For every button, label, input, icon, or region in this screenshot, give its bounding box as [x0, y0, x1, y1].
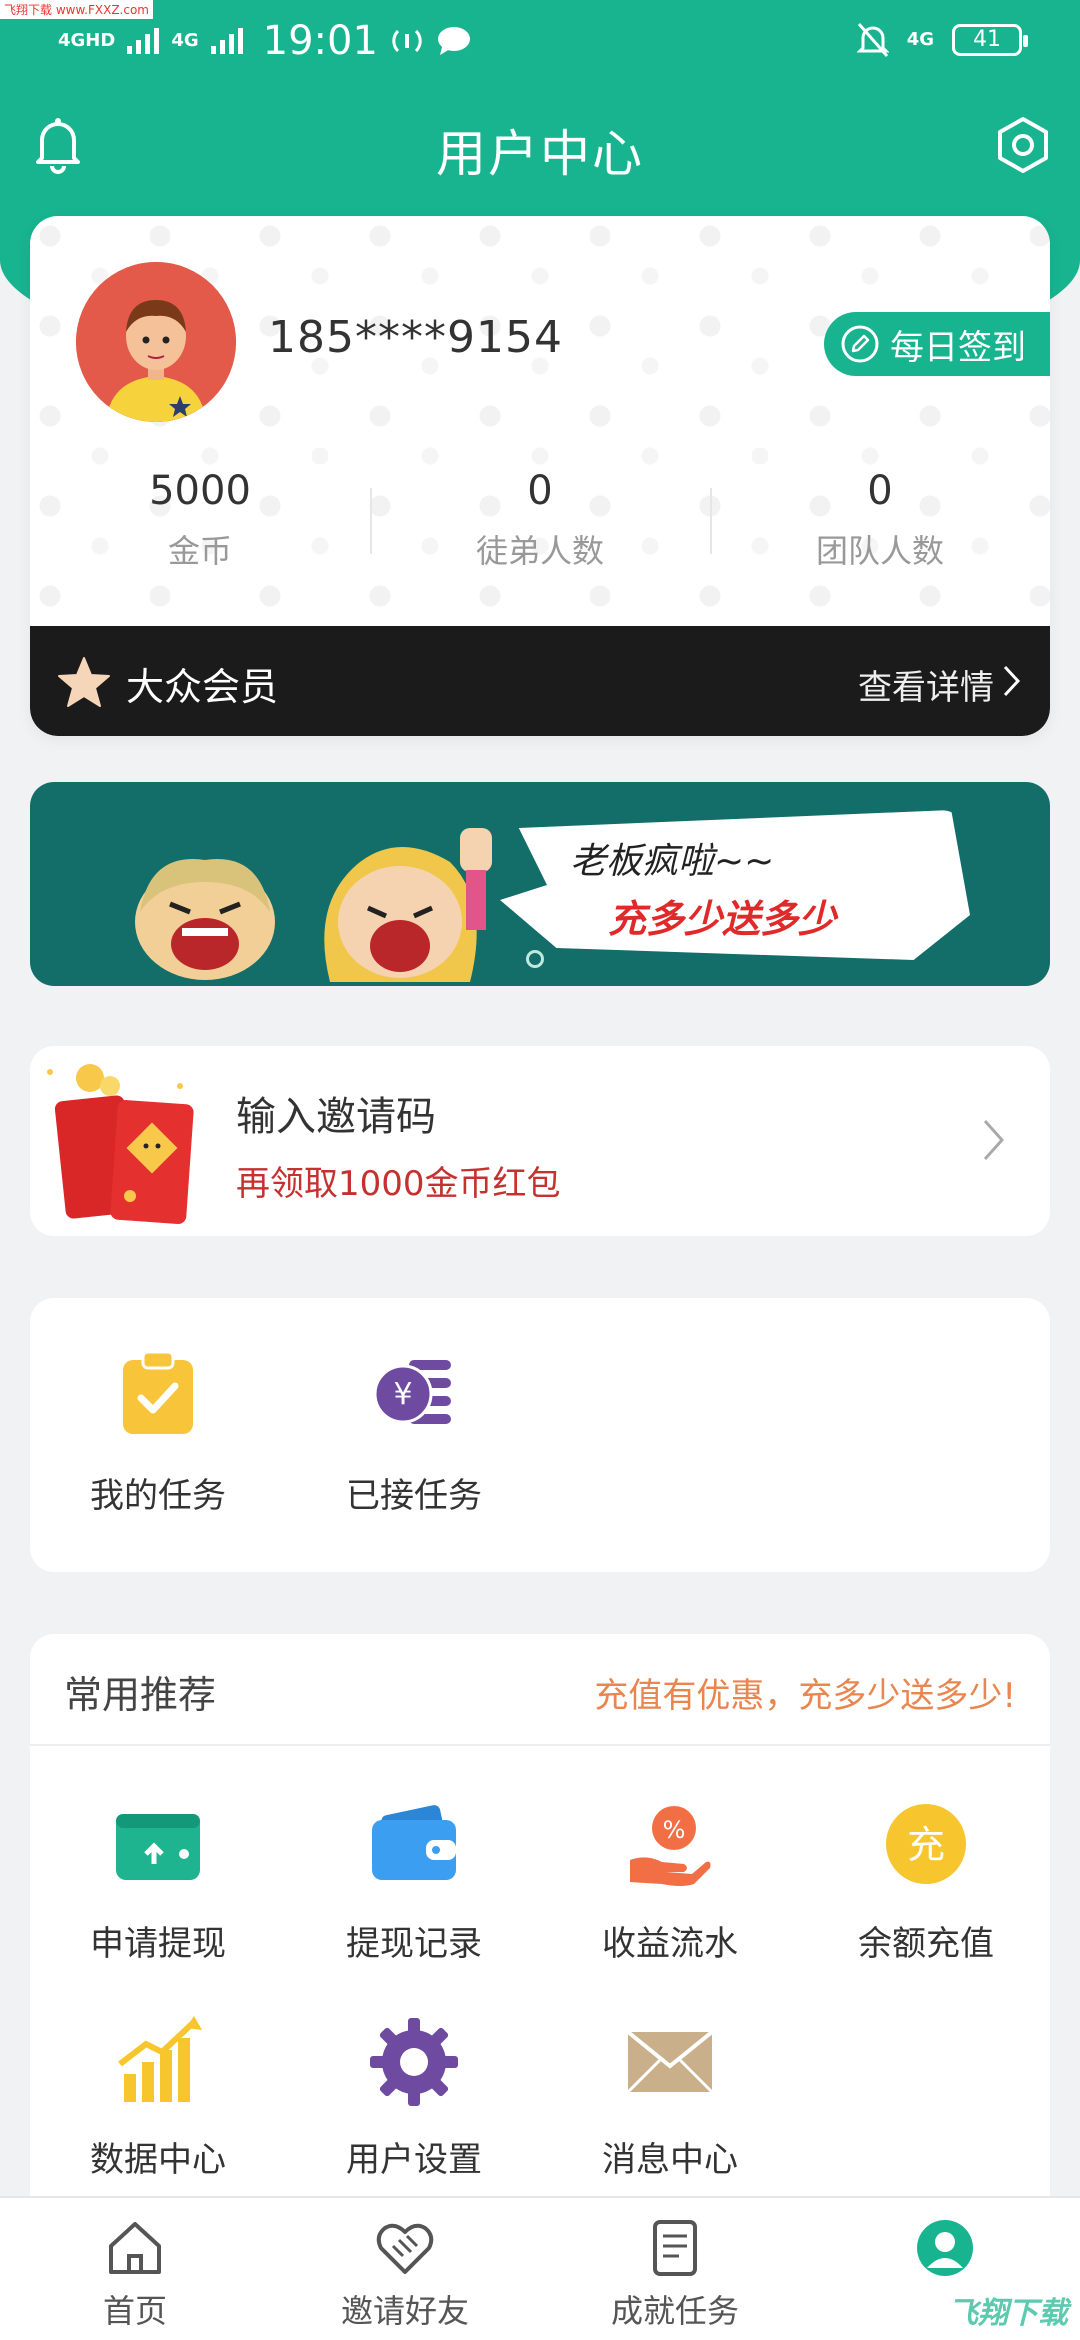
invite-title: 输入邀请码: [236, 1094, 436, 1140]
income-hand-icon: %: [630, 1806, 711, 1886]
tasks-card: 我的任务 ¥ 已接任务: [30, 1298, 1050, 1572]
title-bar: 用户中心: [0, 100, 1080, 190]
status-time: 19:01: [262, 18, 378, 64]
signal-icon-2: [210, 28, 243, 54]
profile-card: 185****9154 每日签到 5000 金币 0 徒弟人数 0 团队人数 大…: [30, 216, 1050, 736]
network-label-1: 4GHD: [58, 30, 116, 51]
withdraw-record-button[interactable]: 提现记录: [286, 1798, 542, 1965]
daily-signin-label: 每日签到: [890, 327, 1026, 368]
stat-value: 0: [527, 468, 553, 514]
stat-apprentices[interactable]: 0 徒弟人数: [370, 466, 710, 606]
nav-label: 邀请好友: [340, 2292, 469, 2330]
network-label-3: 4G: [906, 29, 934, 50]
recharge-glyph: 充: [907, 1823, 945, 1867]
nav-label: 首页: [102, 2292, 167, 2330]
carousel-indicator[interactable]: [526, 950, 544, 968]
task-label: 我的任务: [90, 1476, 226, 1516]
watermark-bottom: 飞翔下载: [948, 2296, 1068, 2331]
member-bar[interactable]: 大众会员 查看详情: [30, 626, 1050, 736]
invite-subtitle: 再领取1000金币红包: [236, 1164, 561, 1204]
my-tasks-button[interactable]: 我的任务: [30, 1348, 286, 1517]
task-label: 已接任务: [346, 1476, 482, 1516]
avatar[interactable]: [76, 262, 236, 422]
document-icon: [653, 2220, 697, 2276]
envelope-icon: [626, 2030, 714, 2094]
accepted-tasks-button[interactable]: ¥ 已接任务: [286, 1348, 542, 1517]
nav-invite-friends[interactable]: 邀请好友: [270, 2198, 540, 2340]
page-title: 用户中心: [436, 125, 644, 183]
nav-achievement-tasks[interactable]: 成就任务: [540, 2198, 810, 2340]
kid-illustration-right: [324, 828, 492, 982]
balance-recharge-button[interactable]: 充 余额充值: [798, 1798, 1054, 1965]
rec-label: 提现记录: [346, 1924, 482, 1964]
stats-row: 5000 金币 0 徒弟人数 0 团队人数: [30, 466, 1050, 606]
user-phone: 185****9154: [268, 312, 563, 363]
home-icon: [109, 2222, 161, 2274]
settings-icon[interactable]: [994, 116, 1052, 174]
chart-icon: [118, 2016, 202, 2102]
divider: [30, 1744, 1050, 1746]
kid-illustration-left: [135, 859, 275, 980]
stat-team[interactable]: 0 团队人数: [710, 466, 1050, 606]
rec-label: 申请提现: [90, 1924, 226, 1964]
rec-label: 消息中心: [602, 2140, 738, 2180]
wallet-icon: [116, 1814, 200, 1880]
stat-label: 金币: [167, 532, 232, 570]
edit-icon: [841, 325, 879, 363]
apply-withdraw-button[interactable]: 申请提现: [30, 1798, 286, 1965]
hotspot-icon: [392, 29, 422, 53]
chat-icon: [437, 27, 470, 55]
rec-label: 用户设置: [346, 2140, 482, 2180]
user-icon: [917, 2220, 973, 2276]
promo-text: 充值有优惠，充多少送多少!: [594, 1676, 1016, 1716]
coin-stack-icon: ¥: [373, 1360, 451, 1424]
network-label-2: 4G: [171, 30, 199, 51]
nav-label: 成就任务: [610, 2292, 739, 2330]
signal-icon: [127, 28, 160, 54]
income-flow-button[interactable]: % 收益流水: [542, 1798, 798, 1965]
star-icon: [58, 657, 110, 707]
handshake-icon: [376, 2223, 434, 2274]
daily-signin-button[interactable]: 每日签到: [824, 312, 1050, 376]
settings-gear-icon: [370, 2018, 458, 2106]
member-level: 大众会员: [126, 665, 279, 709]
member-detail-link[interactable]: 查看详情: [858, 660, 994, 709]
promo-banner[interactable]: 老板疯啦~~ 充多少送多少: [30, 782, 1050, 986]
stat-label: 徒弟人数: [475, 532, 604, 570]
clipboard-check-icon: [123, 1350, 193, 1434]
rec-label: 数据中心: [90, 2140, 226, 2180]
banner-text-line2: 充多少送多少: [608, 897, 837, 941]
bottom-nav: 首页 邀请好友 成就任务 飞翔下载: [0, 2196, 1080, 2340]
rec-label: 余额充值: [858, 1924, 994, 1964]
banner-text-line1: 老板疯啦~~: [570, 841, 775, 882]
section-title: 常用推荐: [64, 1673, 217, 1717]
stat-value: 0: [867, 468, 893, 514]
stat-coins[interactable]: 5000 金币: [30, 466, 370, 606]
chevron-right-icon: [983, 1119, 1005, 1161]
watermark-top: 飞翔下载 www.FXXZ.com: [0, 0, 153, 19]
svg-text:¥: ¥: [393, 1377, 412, 1412]
nav-home[interactable]: 首页: [0, 2198, 270, 2340]
battery-indicator: 41: [952, 24, 1028, 56]
message-center-button[interactable]: 消息中心: [542, 2014, 798, 2181]
data-center-button[interactable]: 数据中心: [30, 2014, 286, 2181]
recharge-icon: 充: [886, 1804, 966, 1884]
red-envelope-icon: [47, 1064, 194, 1224]
avatar-illustration: [76, 262, 236, 422]
stat-value: 5000: [149, 468, 251, 514]
rec-label: 收益流水: [602, 1924, 738, 1964]
invite-code-card[interactable]: 输入邀请码 再领取1000金币红包: [30, 1046, 1050, 1236]
status-bar: 飞翔下载 www.FXXZ.com 4GHD 4G 19:01 4G 41: [0, 0, 1080, 90]
stat-label: 团队人数: [815, 532, 944, 570]
mute-bell-icon: [856, 23, 889, 57]
chevron-right-icon: [1003, 665, 1021, 697]
svg-text:%: %: [663, 1816, 686, 1844]
wallet-record-icon: [372, 1805, 456, 1880]
user-settings-button[interactable]: 用户设置: [286, 2014, 542, 2181]
